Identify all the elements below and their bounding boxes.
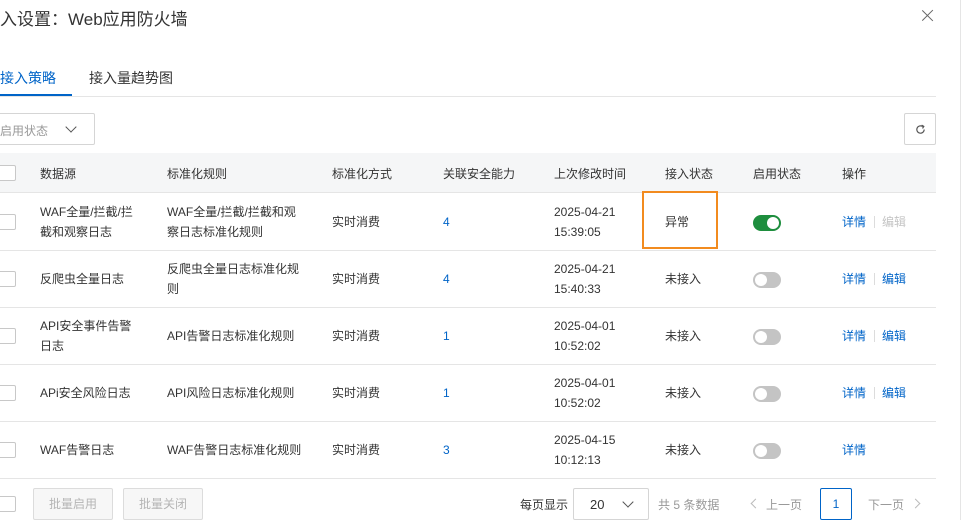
method-cell: 实时消费 [332,386,381,400]
header-access-status: 接入状态 [665,167,714,181]
header-enable-status: 启用状态 [753,167,802,181]
batch-disable-button[interactable]: 批量关闭 [123,488,203,520]
tab-access-trend[interactable]: 接入量趋势图 [89,68,173,88]
modified-time-cell: 2025-04-01 10:52:02 [554,376,616,410]
table-row: WAF全量/拦截/拦 截和观察日志 WAF全量/拦截/拦截和观 察日志标准化规则… [0,194,936,251]
tab-access-policy[interactable]: 接入策略 [0,68,56,88]
action-divider [874,387,875,399]
dialog-title: 入设置：Web应用防火墙 [0,10,188,29]
edit-link[interactable]: 编辑 [882,326,906,346]
modified-time-cell: 2025-04-15 10:12:13 [554,433,616,467]
edit-link[interactable]: 编辑 [882,383,906,403]
detail-link[interactable]: 详情 [842,383,866,403]
total-count: 共 5 条数据 [658,498,720,512]
method-cell: 实时消费 [332,329,381,343]
header-capability: 关联安全能力 [443,167,516,181]
close-icon[interactable] [918,6,938,26]
row-checkbox[interactable] [0,385,16,401]
enable-switch[interactable] [753,329,781,345]
capability-link[interactable]: 4 [443,269,450,289]
source-cell: APi安全风险日志 [40,386,131,400]
rule-cell: API告警日志标准化规则 [167,329,295,343]
chevron-down-icon [622,496,634,508]
row-checkbox[interactable] [0,271,16,287]
capability-link[interactable]: 1 [443,383,450,403]
select-all-checkbox[interactable] [0,165,16,181]
dialog-edge [960,0,961,520]
enable-switch[interactable] [753,272,781,288]
header-rule: 标准化规则 [167,167,228,181]
capability-link[interactable]: 3 [443,440,450,460]
rule-cell: WAF告警日志标准化规则 [167,443,302,457]
page-size-label: 每页显示 [520,498,569,512]
capability-link[interactable]: 4 [443,212,450,232]
refresh-button[interactable] [904,113,936,145]
page-size-select[interactable]: 20 [573,488,649,520]
source-cell: WAF告警日志 [40,443,115,457]
row-checkbox[interactable] [0,328,16,344]
modified-time-cell: 2025-04-21 15:39:05 [554,205,616,239]
access-status: 未接入 [665,386,702,400]
chevron-down-icon [65,121,77,133]
enable-switch[interactable] [753,215,781,231]
method-cell: 实时消费 [332,443,381,457]
row-checkbox[interactable] [0,214,16,230]
enable-status-filter[interactable]: 启用状态 [0,113,95,145]
method-cell: 实时消费 [332,215,381,229]
detail-link[interactable]: 详情 [842,269,866,289]
footer-select-all-checkbox[interactable] [0,496,16,512]
row-checkbox[interactable] [0,442,16,458]
header-modified-time: 上次修改时间 [554,167,627,181]
edit-link: 编辑 [882,215,907,229]
detail-link[interactable]: 详情 [842,440,866,460]
source-cell: API安全事件告警 日志 [40,319,132,353]
source-cell: WAF全量/拦截/拦 截和观察日志 [40,205,133,239]
source-cell: 反爬虫全量日志 [40,272,125,286]
page-size-value: 20 [590,497,605,512]
page-1-button[interactable]: 1 [820,488,852,520]
method-cell: 实时消费 [332,272,381,286]
rule-cell: 反爬虫全量日志标准化规 则 [167,262,300,296]
enable-switch[interactable] [753,443,781,459]
status-highlight-box [642,191,718,249]
table-row: APi安全风险日志 API风险日志标准化规则 实时消费 1 2025-04-01… [0,365,936,422]
header-source: 数据源 [40,167,77,181]
table-header: 数据源 标准化规则 标准化方式 关联安全能力 上次修改时间 接入状态 启用状态 … [0,153,936,193]
detail-link[interactable]: 详情 [842,326,866,346]
prev-page-button[interactable]: 上一页 [766,496,802,513]
table-row: API安全事件告警 日志 API告警日志标准化规则 实时消费 1 2025-04… [0,308,936,365]
access-status: 未接入 [665,329,702,343]
refresh-icon [916,124,925,134]
modified-time-cell: 2025-04-01 10:52:02 [554,319,616,353]
tab-bar: 接入策略 接入量趋势图 [0,58,936,97]
active-tab-indicator [0,94,72,96]
rule-cell: API风险日志标准化规则 [167,386,295,400]
chevron-right-icon [910,498,921,509]
table-row: 反爬虫全量日志 反爬虫全量日志标准化规 则 实时消费 4 2025-04-21 … [0,251,936,308]
enable-switch[interactable] [753,386,781,402]
batch-enable-button[interactable]: 批量启用 [33,488,113,520]
chevron-left-icon [750,498,761,509]
header-method: 标准化方式 [332,167,393,181]
edit-link[interactable]: 编辑 [882,269,906,289]
rule-cell: WAF全量/拦截/拦截和观 察日志标准化规则 [167,205,296,239]
modified-time-cell: 2025-04-21 15:40:33 [554,262,616,296]
action-divider [874,330,875,342]
action-divider [874,273,875,285]
table-row: WAF告警日志 WAF告警日志标准化规则 实时消费 3 2025-04-15 1… [0,422,936,479]
access-status: 未接入 [665,272,702,286]
filter-label: 启用状态 [0,124,49,138]
next-page-button[interactable]: 下一页 [868,496,904,513]
capability-link[interactable]: 1 [443,326,450,346]
detail-link[interactable]: 详情 [842,212,866,232]
header-actions: 操作 [842,167,867,181]
action-divider [874,216,875,228]
access-status: 未接入 [665,443,702,457]
